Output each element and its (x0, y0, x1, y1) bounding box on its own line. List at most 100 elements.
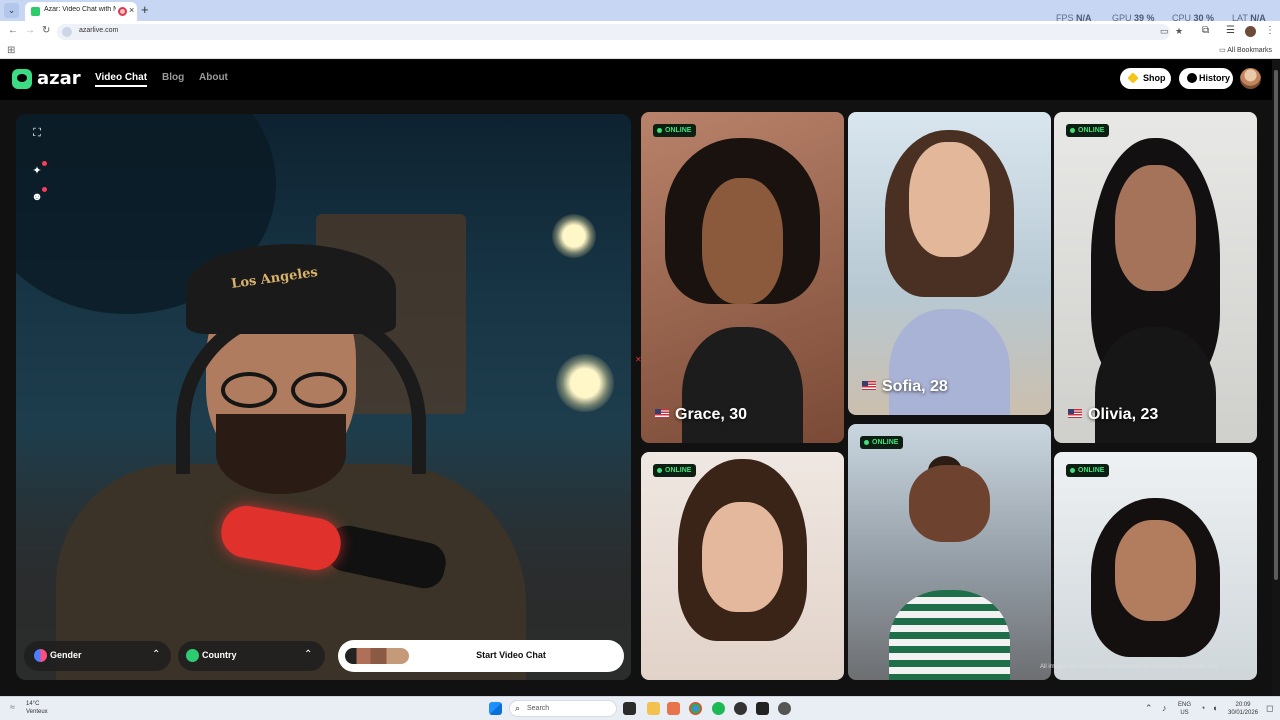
network-icon[interactable]: ◔ (1200, 703, 1205, 713)
background-lamp (556, 354, 614, 412)
shop-button[interactable]: Shop (1120, 68, 1171, 89)
profile-face (1114, 520, 1197, 621)
language-indicator[interactable]: ENG US (1178, 701, 1191, 717)
profile-card-sofia[interactable]: Sofia, 28 (848, 112, 1051, 415)
online-badge: ONLINE (653, 124, 697, 137)
gender-filter-button[interactable]: Gender ⌃ (24, 641, 171, 671)
tab-close-button[interactable]: × (129, 5, 134, 15)
extensions-icon[interactable]: ⧉ (1202, 25, 1209, 36)
gender-label: Gender (50, 650, 82, 660)
tab-title: Azar: Video Chat with New (44, 6, 116, 13)
profile-name: Grace, 30 (655, 406, 747, 424)
obs-icon[interactable] (734, 702, 747, 715)
file-explorer-icon[interactable] (647, 702, 660, 715)
page-scrollbar[interactable] (1272, 60, 1280, 696)
browser-tab[interactable]: Azar: Video Chat with New × (25, 2, 137, 21)
weather-condition: Venteux (26, 709, 48, 715)
webcam-preview: Los Angeles ⛶ ✦ ☻ (16, 114, 631, 680)
address-bar[interactable]: azarlive.com ▭ ★ (57, 24, 1183, 40)
taskbar-search-label: Search (527, 705, 550, 712)
start-video-chat-label: Start Video Chat (476, 650, 546, 660)
history-button[interactable]: History (1179, 68, 1233, 89)
history-clock-icon (1187, 73, 1197, 83)
profile-face (908, 464, 991, 542)
microphone-tray-icon[interactable]: ♪ (1162, 703, 1167, 713)
volume-icon[interactable]: ◖ (1212, 703, 1217, 713)
effects-face-icon[interactable]: ☻ (30, 187, 47, 204)
all-bookmarks-link[interactable]: ▭ All Bookmarks (1219, 46, 1272, 54)
profile-card-grace[interactable]: ONLINE Grace, 30 (641, 112, 844, 443)
profile-body (1094, 327, 1217, 443)
new-indicator-dot (42, 161, 47, 166)
region-code: US (1180, 710, 1189, 716)
profile-card-olivia[interactable]: ONLINE Olivia, 23 (1054, 112, 1257, 443)
profile-avatar-icon[interactable] (1245, 26, 1256, 37)
profile-card-5[interactable]: ONLINE (848, 424, 1051, 680)
nav-about[interactable]: About (199, 72, 228, 83)
reading-list-icon[interactable]: ☰ (1226, 25, 1235, 36)
site-header: azar Video Chat Blog About Shop History (0, 60, 1272, 100)
profile-name: Olivia, 23 (1068, 406, 1158, 424)
spotify-icon[interactable] (712, 702, 725, 715)
task-view-icon[interactable] (623, 702, 636, 715)
language-code: ENG (1178, 702, 1192, 708)
taskbar-search[interactable]: ⌕ Search (509, 700, 617, 717)
menu-kebab-icon[interactable]: ⋮ (1265, 25, 1275, 36)
us-flag-icon (1068, 409, 1082, 418)
profile-face (701, 178, 784, 304)
chevron-up-icon: ⌃ (152, 649, 161, 660)
wind-icon: ≈ (10, 702, 15, 712)
profile-name-text: Grace, 30 (675, 406, 748, 423)
start-video-chat-button[interactable]: Start Video Chat (338, 640, 624, 672)
nav-video-chat[interactable]: Video Chat (95, 72, 148, 87)
app-icon[interactable] (778, 702, 791, 715)
nav-blog[interactable]: Blog (162, 72, 184, 83)
country-filter-button[interactable]: Country ⌃ (178, 641, 325, 671)
chrome-icon[interactable] (689, 702, 702, 715)
site-info-icon[interactable] (62, 27, 72, 37)
recording-indicator-icon (118, 7, 127, 16)
back-arrow-icon[interactable]: ← (8, 25, 18, 36)
chevron-up-icon: ⌃ (304, 649, 313, 660)
online-badge: ONLINE (653, 464, 697, 477)
app-a-icon[interactable] (667, 702, 680, 715)
beauty-filter-icon[interactable]: ✦ (30, 161, 47, 178)
apps-grid-icon[interactable]: ⊞ (7, 45, 15, 56)
gem-icon (1127, 72, 1139, 84)
azar-favicon-icon (31, 7, 40, 16)
bookmarks-bar: ⊞ ▭ All Bookmarks (0, 42, 1280, 59)
cast-icon[interactable]: ▭ (1160, 26, 1169, 37)
bookmark-star-icon[interactable]: ★ (1175, 26, 1183, 37)
us-flag-icon (655, 409, 669, 418)
tray-chevron-icon[interactable]: ⌃ (1145, 703, 1153, 714)
profile-card-4[interactable]: ONLINE (641, 452, 844, 680)
profile-card-6[interactable]: ONLINE (1054, 452, 1257, 680)
notification-bell-icon[interactable]: ◻ (1266, 703, 1273, 714)
background-lamp (552, 214, 596, 258)
profile-body (888, 308, 1011, 415)
fullscreen-icon[interactable]: ⛶ (30, 126, 44, 140)
tab-search-dropdown[interactable]: ⌄ (4, 3, 19, 18)
clock[interactable]: 20:09 30/01/2026 (1228, 701, 1258, 717)
logo-text[interactable]: azar (37, 68, 81, 89)
azar-logo-icon[interactable] (12, 69, 32, 89)
browser-tab-strip: ⌄ Azar: Video Chat with New × + FPS N/A … (0, 0, 1280, 23)
scrollbar-thumb[interactable] (1274, 70, 1278, 580)
country-label: Country (202, 650, 237, 660)
profile-body (888, 590, 1011, 680)
user-avatar[interactable] (1240, 68, 1261, 89)
new-tab-button[interactable]: + (141, 2, 149, 17)
profile-name-text: Sofia, 28 (882, 378, 948, 395)
weather-widget[interactable]: ≈ 14°C Venteux (10, 700, 48, 716)
online-badge: ONLINE (1066, 124, 1110, 137)
clock-date: 30/01/2026 (1228, 710, 1259, 716)
profile-face (1114, 164, 1197, 291)
forward-arrow-icon[interactable]: → (25, 25, 35, 36)
reload-icon[interactable]: ↻ (42, 25, 50, 36)
weather-temp: 14°C (26, 701, 40, 707)
terminal-icon[interactable] (756, 702, 769, 715)
new-indicator-dot (42, 187, 47, 192)
person-cap (186, 244, 396, 334)
profile-body (681, 327, 804, 443)
windows-start-icon[interactable] (489, 702, 502, 715)
